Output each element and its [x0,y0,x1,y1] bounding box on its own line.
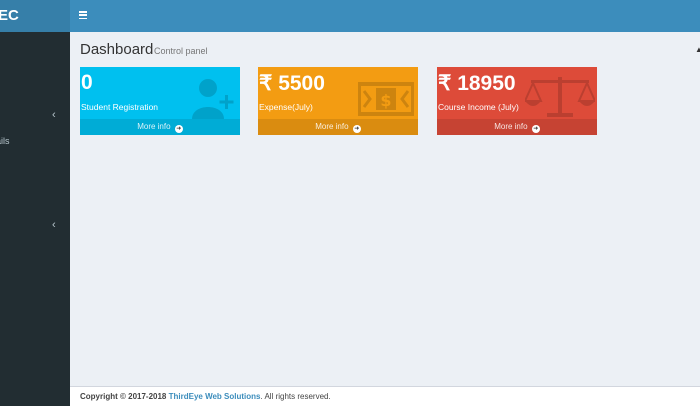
top-navbar [70,0,700,32]
page-subtitle: Control panel [154,46,208,56]
sidebar-item-label[interactable]: ails [0,136,10,146]
box-label: Expense(July) [259,102,313,112]
footer-company-link[interactable]: ThirdEye Web Solutions [169,392,261,401]
chevron-left-icon[interactable]: ‹ [52,109,56,121]
box-value: 0 [81,71,93,94]
more-info-link[interactable]: More info ➜ [258,119,418,135]
user-plus-icon [192,79,234,119]
arrow-circle-right-icon: ➜ [352,125,361,133]
box-value: ₹ 5500 [259,72,325,95]
arrow-circle-right-icon: ➜ [174,125,183,133]
money-icon: $ [358,82,414,116]
student-registration-box: 0 Student Registration More info ➜ [80,67,240,135]
box-label: Student Registration [81,102,159,112]
box-label: Course Income (July) [438,102,519,112]
svg-text:$: $ [380,91,391,110]
footer-rights: . All rights reserved. [260,392,331,401]
expense-box: ₹ 5500 Expense(July) $ More info ➜ [258,67,418,135]
page-title: Dashboard [80,41,154,58]
more-info-link[interactable]: More info ➜ [80,119,240,135]
chevron-left-icon[interactable]: ‹ [52,219,56,231]
footer-copyright: Copyright © 2017-2018 [80,392,167,401]
hamburger-icon[interactable] [79,11,87,20]
course-income-box: ₹ 18950 Course Income (July) More info ➜ [437,67,597,135]
arrow-circle-right-icon: ➜ [531,125,540,133]
dashboard-icon: ▲ [695,45,700,54]
page-footer: Copyright © 2017-2018 ThirdEye Web Solut… [70,386,700,406]
balance-scale-icon [525,77,595,117]
app-logo[interactable]: EC [0,0,70,32]
box-value: ₹ 18950 [438,72,516,95]
sidebar: EC ‹ ails ‹ [0,0,70,406]
more-info-link[interactable]: More info ➜ [437,119,597,135]
logo-text: EC [0,7,19,24]
